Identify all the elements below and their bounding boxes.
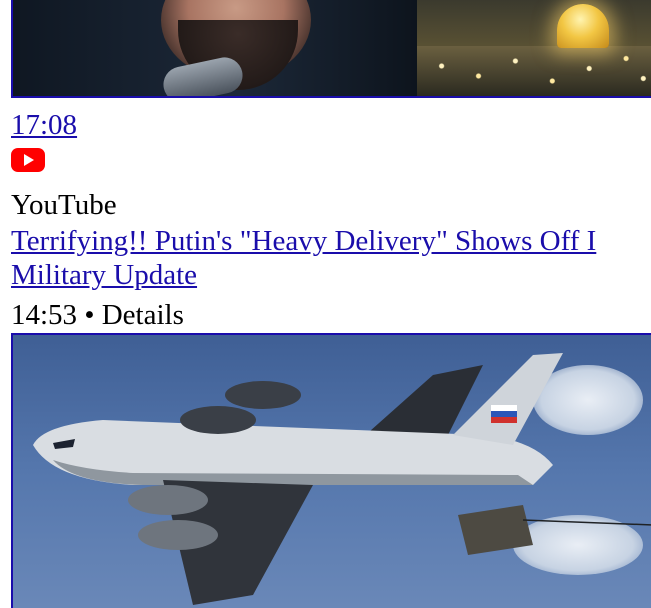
engine-4 — [138, 520, 218, 550]
cargo-platform — [458, 505, 533, 555]
cargo-plane-graphic — [33, 353, 651, 605]
engine-3 — [128, 485, 208, 515]
flag-blue — [491, 411, 517, 417]
flag-white — [491, 405, 517, 411]
thumbnail-microphone — [160, 54, 246, 96]
result-duration: 14:53 — [11, 299, 78, 331]
thumbnail-golden-dome — [557, 4, 609, 48]
engine-2 — [180, 406, 256, 434]
result-details-label: Details — [101, 299, 184, 331]
thumbnail-city-lights — [417, 46, 651, 96]
meta-separator: • — [84, 299, 95, 331]
result-meta: 14:53 • Details — [11, 298, 184, 332]
result-title-link[interactable]: Terrifying!! Putin's "Heavy Delivery" Sh… — [11, 224, 651, 292]
cargo-drop-line — [522, 519, 651, 526]
youtube-icon — [11, 148, 45, 172]
thumbnail-person-region — [13, 0, 417, 96]
flag-red — [491, 417, 517, 423]
top-video-duration-link[interactable]: 17:08 — [11, 108, 77, 142]
result-title-line-2[interactable]: Military Update — [11, 258, 651, 292]
plane-tail-fin — [453, 353, 563, 445]
engine-1 — [225, 381, 301, 409]
result-video-thumbnail[interactable] — [11, 333, 651, 608]
result-source: YouTube — [11, 189, 117, 221]
top-video-thumbnail[interactable] — [11, 0, 651, 98]
result-title-line-1[interactable]: Terrifying!! Putin's "Heavy Delivery" Sh… — [11, 224, 651, 258]
thumbnail-city-region — [417, 0, 651, 96]
